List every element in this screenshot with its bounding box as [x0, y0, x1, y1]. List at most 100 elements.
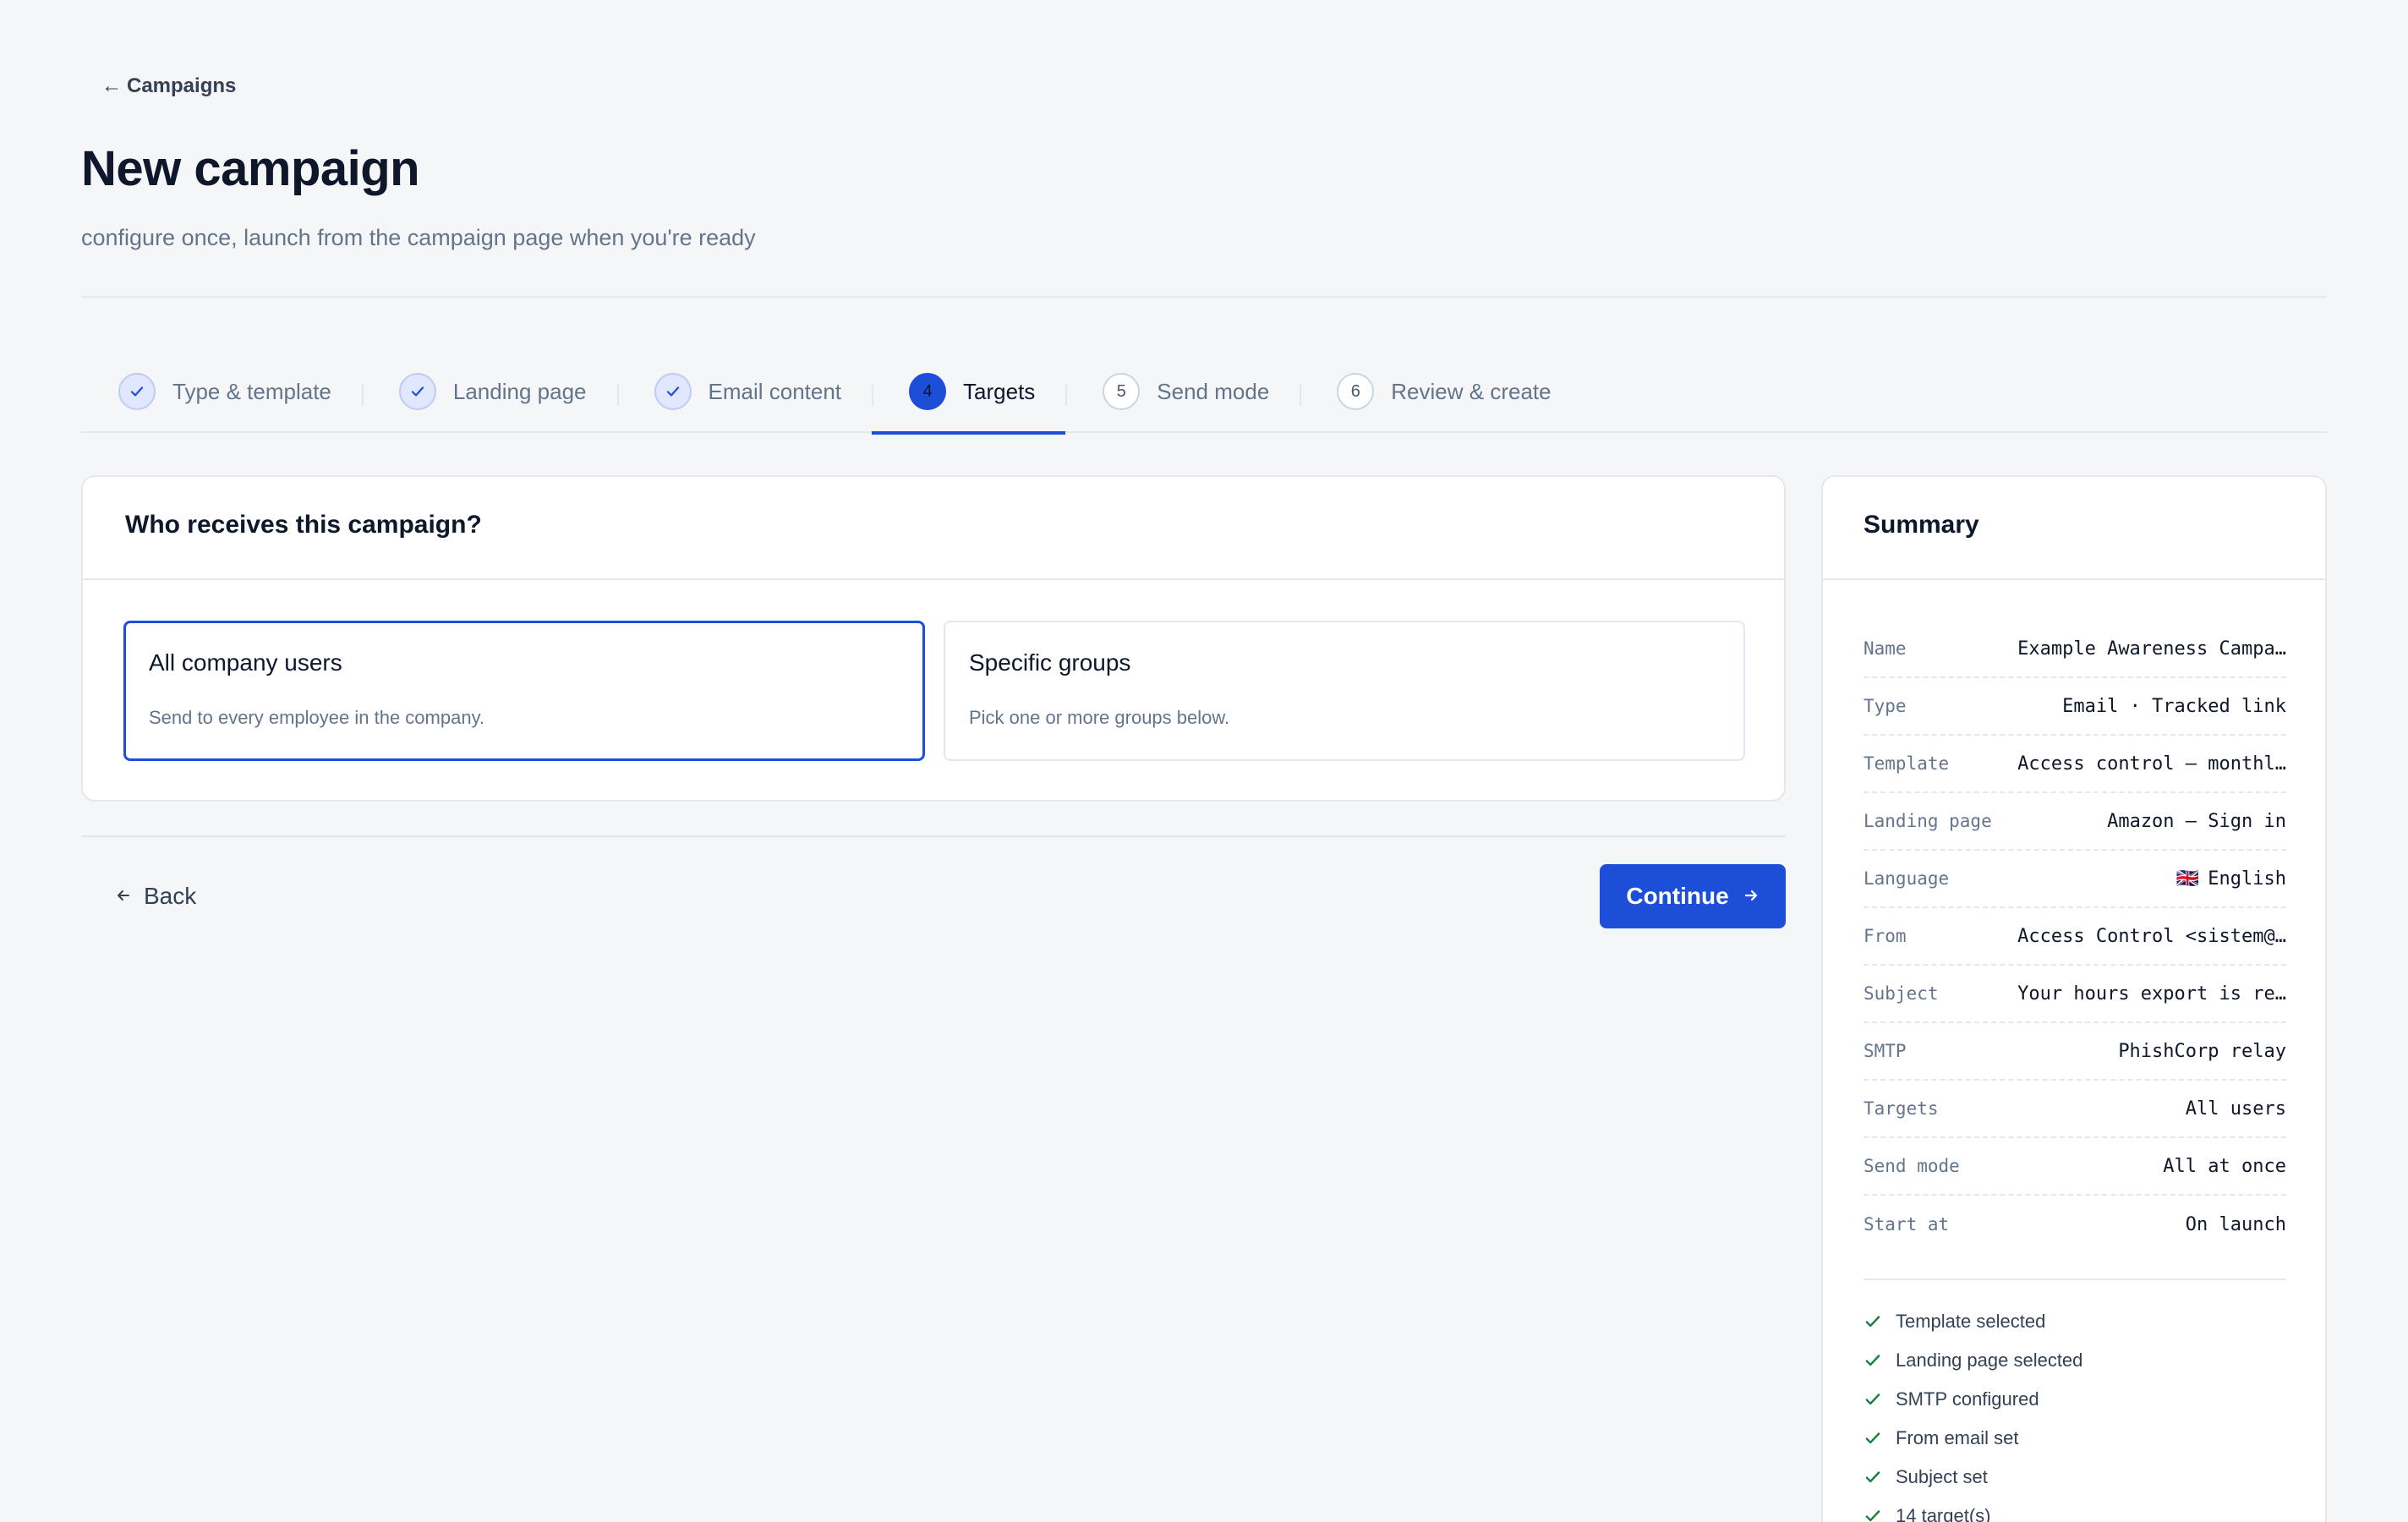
summary-key: Landing page	[1863, 811, 1992, 831]
arrow-right-icon	[1743, 883, 1759, 910]
checklist-item: Landing page selected	[1863, 1341, 2082, 1380]
summary-key: Start at	[1863, 1214, 1950, 1235]
summary-row-smtp: SMTP PhishCorp relay	[1863, 1023, 2286, 1081]
summary-value: Example Awareness Campa…	[2017, 638, 2286, 660]
back-button[interactable]: Back	[98, 871, 213, 922]
summary-title: Summary	[1823, 477, 2325, 580]
step-label: Review & create	[1391, 379, 1552, 404]
check-icon	[1863, 1390, 1882, 1409]
summary-row-start-at: Start at On launch	[1863, 1196, 2286, 1253]
summary-divider	[1863, 1278, 2286, 1280]
summary-key: Subject	[1863, 983, 1939, 1004]
checklist-label: From email set	[1896, 1427, 2019, 1448]
summary-row-language: Language 🇬🇧 English	[1863, 851, 2286, 908]
checklist-label: Template selected	[1896, 1311, 2046, 1332]
checklist-label: 14 target(s)	[1896, 1505, 1991, 1522]
footer-divider	[81, 835, 1786, 837]
summary-key: Type	[1863, 696, 1907, 716]
summary-list: Name Example Awareness Campa… Type Email…	[1863, 621, 2286, 1253]
language-value: English	[2208, 868, 2286, 890]
target-options: All company users Send to every employee…	[123, 621, 1745, 761]
checklist-label: Landing page selected	[1896, 1350, 2083, 1371]
check-icon	[1863, 1312, 1882, 1331]
summary-key: Name	[1863, 638, 1907, 659]
summary-row-from: From Access Control <sistem@…	[1863, 908, 2286, 966]
checklist-item: SMTP configured	[1863, 1380, 2082, 1419]
back-link-label: Campaigns	[127, 74, 237, 97]
checklist-item: Subject set	[1863, 1458, 2082, 1497]
step-label: Targets	[963, 379, 1036, 404]
step-type-template[interactable]: Type & template	[81, 360, 362, 433]
step-review-create[interactable]: 6 Review & create	[1300, 360, 1581, 433]
back-button-label: Back	[144, 883, 197, 909]
summary-key: Language	[1863, 868, 1950, 889]
check-icon	[398, 373, 436, 410]
option-description: Pick one or more groups below.	[969, 707, 1230, 728]
check-icon	[1863, 1429, 1882, 1448]
targets-card: Who receives this campaign? All company …	[81, 475, 1786, 802]
summary-value: Access control — monthl…	[2017, 753, 2286, 775]
summary-value: PhishCorp relay	[2118, 1040, 2286, 1062]
step-number: 5	[1103, 373, 1141, 410]
page-title: New campaign	[81, 141, 420, 196]
summary-key: Targets	[1863, 1098, 1939, 1119]
summary-panel: Summary Name Example Awareness Campa… Ty…	[1821, 475, 2327, 1522]
targets-question: Who receives this campaign?	[83, 477, 1784, 580]
summary-value: On launch	[2185, 1213, 2286, 1235]
summary-row-send-mode: Send mode All at once	[1863, 1138, 2286, 1196]
step-label: Landing page	[452, 379, 587, 404]
header-divider	[81, 296, 2327, 298]
checklist-label: Subject set	[1896, 1466, 1988, 1487]
summary-row-type: Type Email · Tracked link	[1863, 678, 2286, 736]
summary-value: All at once	[2163, 1155, 2286, 1177]
back-to-campaigns-link[interactable]: ← Campaigns	[101, 74, 236, 98]
wizard-stepper: Type & template Landing page Email conte…	[81, 360, 2327, 435]
page-subtitle: configure once, launch from the campaign…	[81, 225, 756, 250]
check-icon	[118, 373, 156, 410]
step-send-mode[interactable]: 5 Send mode	[1065, 360, 1300, 433]
step-label: Email content	[708, 379, 842, 404]
summary-value: Your hours export is re…	[2017, 983, 2286, 1005]
checklist-item: Template selected	[1863, 1302, 2082, 1341]
check-icon	[1863, 1507, 1882, 1522]
summary-key: From	[1863, 926, 1907, 946]
new-campaign-page: ← Campaigns New campaign configure once,…	[81, 0, 2327, 1522]
step-landing-page[interactable]: Landing page	[361, 360, 617, 433]
arrow-left-icon	[115, 883, 132, 910]
step-number: 4	[909, 373, 947, 410]
readiness-checklist: Template selected Landing page selected …	[1863, 1302, 2082, 1522]
summary-row-template: Template Access control — monthl…	[1863, 736, 2286, 793]
uk-flag-icon: 🇬🇧	[2175, 868, 2200, 890]
option-title: All company users	[149, 649, 342, 676]
summary-key: Template	[1863, 753, 1950, 774]
checklist-item: From email set	[1863, 1419, 2082, 1458]
step-label: Type & template	[172, 379, 331, 404]
step-targets[interactable]: 4 Targets	[872, 360, 1066, 435]
checklist-label: SMTP configured	[1896, 1388, 2039, 1410]
summary-value: Access Control <sistem@…	[2017, 925, 2286, 947]
summary-value: Email · Tracked link	[2062, 695, 2286, 717]
step-email-content[interactable]: Email content	[616, 360, 873, 433]
step-label: Send mode	[1157, 379, 1270, 404]
step-number: 6	[1337, 373, 1375, 410]
summary-key: Send mode	[1863, 1156, 1960, 1176]
continue-button-label: Continue	[1626, 883, 1729, 909]
summary-value: Amazon — Sign in	[2107, 810, 2286, 832]
check-icon	[654, 373, 692, 410]
summary-row-landing-page: Landing page Amazon — Sign in	[1863, 793, 2286, 851]
option-description: Send to every employee in the company.	[149, 707, 485, 728]
option-title: Specific groups	[969, 649, 1131, 676]
checklist-item: 14 target(s)	[1863, 1497, 2082, 1522]
summary-row-name: Name Example Awareness Campa…	[1863, 621, 2286, 678]
check-icon	[1863, 1351, 1882, 1370]
summary-row-subject: Subject Your hours export is re…	[1863, 966, 2286, 1023]
arrow-left-icon: ←	[101, 74, 122, 97]
summary-row-targets: Targets All users	[1863, 1081, 2286, 1138]
summary-key: SMTP	[1863, 1041, 1907, 1061]
check-icon	[1863, 1468, 1882, 1486]
option-all-company-users[interactable]: All company users Send to every employee…	[123, 621, 925, 761]
option-specific-groups[interactable]: Specific groups Pick one or more groups …	[944, 621, 1745, 761]
summary-value: All users	[2185, 1098, 2286, 1120]
summary-value: 🇬🇧 English	[2176, 868, 2286, 890]
continue-button[interactable]: Continue	[1600, 864, 1786, 928]
